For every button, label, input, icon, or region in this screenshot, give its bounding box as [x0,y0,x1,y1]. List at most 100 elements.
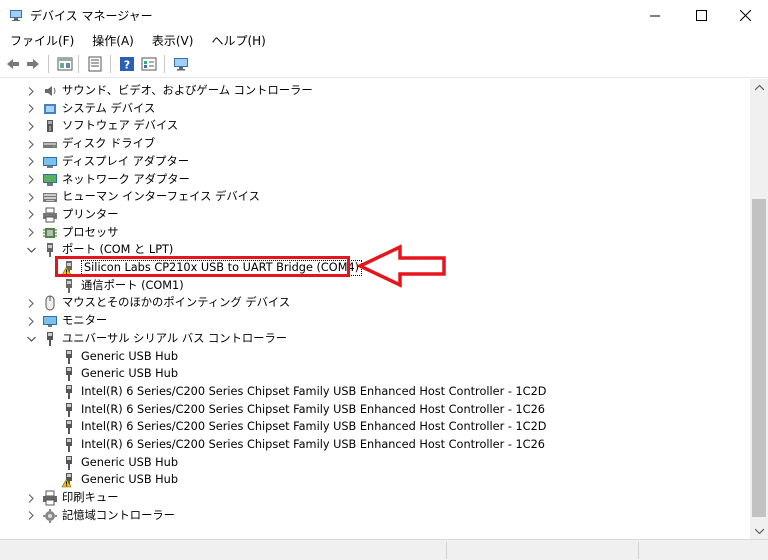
status-divider [638,542,639,559]
chevron-right-icon[interactable] [26,103,36,115]
printer-icon [42,207,58,223]
tree-category-row[interactable]: 印刷キュー [0,489,740,507]
tree-item-label: Generic USB Hub [81,349,179,363]
chevron-right-icon[interactable] [26,492,36,504]
device-tree[interactable]: サウンド、ビデオ、およびゲーム コントローラー システム デバイスソフトウェア デ… [0,79,750,539]
tree-item-label: Intel(R) 6 Series/C200 Series Chipset Fa… [81,438,545,451]
tree-device-row[interactable]: Intel(R) 6 Series/C200 Series Chipset Fa… [0,436,740,454]
hid-icon [42,189,58,205]
tree-item-label: プロセッサ [62,225,119,239]
tree-category-row[interactable]: ネットワーク アダプター [0,171,740,189]
tree-item-label: ディスク ドライブ [62,137,156,151]
forward-button[interactable] [24,55,42,73]
toolbar-separator [48,55,49,73]
status-divider [446,542,447,559]
properties-icon [88,56,102,72]
tree-device-row[interactable]: Intel(R) 6 Series/C200 Series Chipset Fa… [0,401,740,419]
warning-usb-icon [61,472,77,488]
menu-file[interactable]: ファイル(F) [0,30,82,50]
window-title: デバイス マネージャー [30,9,153,23]
tree-category-row[interactable]: プロセッサ [0,224,740,242]
tree-item-label: ユニバーサル シリアル バス コントローラー [62,331,288,345]
chevron-right-icon[interactable] [26,174,36,186]
system-device-icon [42,101,58,117]
properties-button[interactable] [86,55,104,73]
chevron-right-icon[interactable] [26,510,36,522]
tree-category-row[interactable]: ディスプレイ アダプター [0,153,740,171]
chevron-down-icon[interactable] [26,333,36,345]
tree-category-row[interactable]: ヒューマン インターフェイス デバイス [0,188,740,206]
tree-item-label: Intel(R) 6 Series/C200 Series Chipset Fa… [81,420,547,434]
tree-item-label: ネットワーク アダプター [62,172,190,186]
menu-view[interactable]: 表示(V) [142,30,202,50]
left-arrow-icon [356,244,446,288]
tree-device-row[interactable]: Generic USB Hub [0,348,740,366]
tree-item-label: 記憶域コントローラー [62,508,175,522]
chevron-right-icon[interactable] [26,120,36,132]
device-view-icon [57,57,73,71]
tree-item-label: モニター [62,314,108,328]
tree-item-label: Intel(R) 6 Series/C200 Series Chipset Fa… [81,384,547,398]
tree-item-label: サウンド、ビデオ、およびゲーム コントローラー [62,84,313,97]
tree-device-row[interactable]: Intel(R) 6 Series/C200 Series Chipset Fa… [0,383,740,401]
chevron-right-icon[interactable] [26,138,36,150]
chevron-right-icon[interactable] [26,209,36,221]
tree-category-row[interactable]: マウスとそのほかのポインティング デバイス [0,294,740,312]
chevron-right-icon[interactable] [26,191,36,203]
scan-hardware-button[interactable] [172,55,190,73]
close-button[interactable] [722,0,768,30]
chevron-right-icon[interactable] [26,297,36,309]
list-view-button[interactable] [140,55,158,73]
scroll-down-button[interactable] [750,522,768,539]
toolbar: ? [0,50,768,78]
svg-text:?: ? [124,59,130,72]
chevron-right-icon[interactable] [26,156,36,168]
tree-item-label: ソフトウェア デバイス [62,119,179,133]
tree-device-row[interactable]: Generic USB Hub [0,365,740,383]
minimize-button[interactable] [632,0,678,30]
tree-category-row[interactable]: ユニバーサル シリアル バス コントローラー [0,330,740,348]
tree-device-row[interactable]: Generic USB Hub [0,471,740,489]
minimize-icon [649,15,660,16]
device-view-button[interactable] [56,55,74,73]
help-icon: ? [120,57,134,72]
speaker-icon [42,83,58,99]
chevron-right-icon[interactable] [26,85,36,97]
scroll-thumb[interactable] [752,199,766,517]
forward-icon [27,59,39,69]
toolbar-separator [164,55,165,73]
tree-category-row[interactable]: モニター [0,312,740,330]
highlight-box [55,256,350,277]
menu-help[interactable]: ヘルプ(H) [201,30,273,50]
tree-category-row[interactable]: プリンター [0,206,740,224]
scroll-up-button[interactable] [750,79,768,96]
back-icon [7,59,19,69]
vertical-scrollbar[interactable] [750,79,768,539]
tree-category-row[interactable]: 記憶域コントローラー [0,507,740,525]
maximize-icon [695,9,707,21]
back-button[interactable] [4,55,22,73]
tree-category-row[interactable]: システム デバイス [0,100,740,118]
menu-bar: ファイル(F) 操作(A) 表示(V) ヘルプ(H) [0,30,768,50]
title-bar: デバイス マネージャー [0,0,768,30]
tree-category-row[interactable]: ディスク ドライブ [0,135,740,153]
tree-device-row[interactable]: Generic USB Hub [0,454,740,472]
help-button[interactable]: ? [118,55,136,73]
tree-category-row[interactable]: ソフトウェア デバイス [0,117,740,135]
chevron-right-icon[interactable] [26,227,36,239]
print-queue-icon [42,490,58,506]
tree-device-row[interactable]: Intel(R) 6 Series/C200 Series Chipset Fa… [0,418,740,436]
network-adapter-icon [42,172,58,188]
processor-icon [42,225,58,241]
monitor-icon [42,313,58,329]
menu-action[interactable]: 操作(A) [82,30,142,50]
tree-item-label: システム デバイス [62,101,156,115]
tree-item-label: Generic USB Hub [81,473,179,487]
maximize-button[interactable] [678,0,724,30]
chevron-down-icon[interactable] [26,244,36,256]
usb-icon [42,331,58,347]
device-manager-icon [10,10,22,21]
software-device-icon [42,118,58,134]
chevron-right-icon[interactable] [26,315,36,327]
tree-category-row[interactable]: サウンド、ビデオ、およびゲーム コントローラー [0,82,740,100]
